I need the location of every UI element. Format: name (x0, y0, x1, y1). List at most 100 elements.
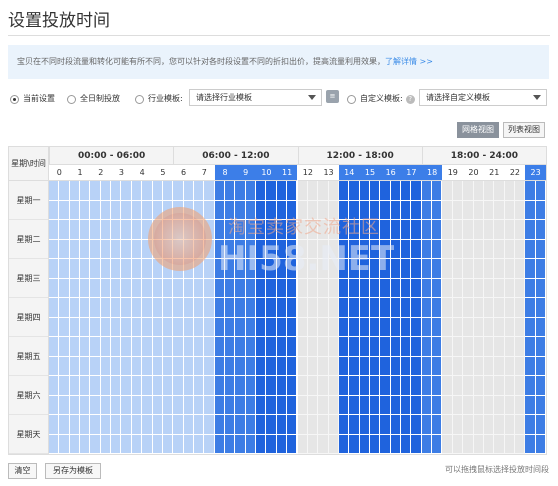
schedule-cell[interactable] (297, 259, 308, 279)
schedule-cell[interactable] (349, 434, 360, 454)
schedule-cell[interactable] (483, 317, 495, 337)
schedule-grid[interactable]: 星期\时间 00:00 - 06:00 06:00 - 12:00 12:00 - … (8, 146, 547, 455)
schedule-cell[interactable] (256, 337, 267, 357)
schedule-cell[interactable] (152, 239, 163, 259)
schedule-cell[interactable] (297, 395, 308, 415)
schedule-cell[interactable] (421, 415, 433, 435)
schedule-cell[interactable] (318, 337, 329, 357)
schedule-cell[interactable] (442, 239, 453, 259)
schedule-cell[interactable] (525, 376, 536, 396)
schedule-cell[interactable] (225, 278, 236, 298)
hour-header[interactable]: 23 (525, 165, 546, 181)
schedule-cell[interactable] (100, 200, 112, 220)
schedule-cell[interactable] (380, 395, 391, 415)
schedule-cell[interactable] (59, 298, 70, 318)
schedule-cell[interactable] (256, 220, 267, 240)
schedule-cell[interactable] (297, 434, 308, 454)
schedule-cell[interactable] (349, 298, 360, 318)
save-template-button[interactable]: 另存为模板 (45, 463, 101, 479)
schedule-cell[interactable] (49, 434, 60, 454)
schedule-cell[interactable] (256, 356, 267, 376)
schedule-cell[interactable] (535, 298, 546, 318)
schedule-cell[interactable] (193, 278, 205, 298)
schedule-cell[interactable] (349, 356, 360, 376)
hour-header[interactable]: 2 (90, 165, 112, 181)
schedule-cell[interactable] (504, 239, 515, 259)
schedule-cell[interactable] (173, 181, 184, 201)
industry-template-select[interactable]: 请选择行业模板 (189, 89, 322, 106)
radio-custom[interactable] (347, 94, 356, 104)
schedule-cell[interactable] (111, 259, 122, 279)
schedule-cell[interactable] (535, 434, 546, 454)
schedule-cell[interactable] (80, 317, 91, 337)
schedule-cell[interactable] (49, 317, 60, 337)
schedule-cell[interactable] (401, 317, 412, 337)
schedule-cell[interactable] (245, 415, 257, 435)
schedule-cell[interactable] (514, 239, 526, 259)
schedule-cell[interactable] (380, 376, 391, 396)
schedule-cell[interactable] (369, 317, 381, 337)
schedule-cell[interactable] (162, 239, 174, 259)
schedule-cell[interactable] (162, 278, 174, 298)
schedule-cell[interactable] (494, 259, 505, 279)
schedule-cell[interactable] (401, 181, 412, 201)
schedule-cell[interactable] (245, 395, 257, 415)
schedule-cell[interactable] (80, 376, 91, 396)
schedule-cell[interactable] (483, 259, 495, 279)
schedule-cell[interactable] (287, 259, 298, 279)
schedule-cell[interactable] (276, 376, 288, 396)
schedule-cell[interactable] (442, 278, 453, 298)
schedule-cell[interactable] (121, 278, 132, 298)
schedule-cell[interactable] (266, 376, 277, 396)
schedule-cell[interactable] (90, 337, 101, 357)
schedule-cell[interactable] (245, 298, 257, 318)
schedule-cell[interactable] (235, 298, 246, 318)
schedule-cell[interactable] (514, 298, 526, 318)
schedule-cell[interactable] (349, 200, 360, 220)
schedule-cell[interactable] (390, 395, 402, 415)
schedule-cell[interactable] (442, 337, 453, 357)
schedule-cell[interactable] (442, 434, 453, 454)
schedule-cell[interactable] (369, 259, 381, 279)
hour-header[interactable]: 5 (152, 165, 174, 181)
schedule-cell[interactable] (390, 356, 402, 376)
schedule-cell[interactable] (349, 376, 360, 396)
schedule-cell[interactable] (535, 220, 546, 240)
day-header[interactable]: 星期三 (9, 259, 49, 298)
schedule-cell[interactable] (183, 317, 194, 337)
schedule-cell[interactable] (152, 298, 163, 318)
schedule-cell[interactable] (297, 356, 308, 376)
schedule-cell[interactable] (173, 376, 184, 396)
schedule-cell[interactable] (235, 239, 246, 259)
schedule-cell[interactable] (483, 415, 495, 435)
schedule-cell[interactable] (100, 259, 112, 279)
schedule-cell[interactable] (225, 239, 236, 259)
schedule-cell[interactable] (162, 298, 174, 318)
custom-template-select[interactable]: 请选择自定义模板 (419, 89, 547, 106)
schedule-cell[interactable] (390, 317, 402, 337)
schedule-cell[interactable] (111, 200, 122, 220)
schedule-cell[interactable] (307, 376, 319, 396)
schedule-cell[interactable] (411, 220, 422, 240)
schedule-cells[interactable] (49, 181, 546, 454)
schedule-cell[interactable] (473, 434, 484, 454)
schedule-cell[interactable] (483, 298, 495, 318)
schedule-cell[interactable] (49, 356, 60, 376)
hour-header[interactable]: 16 (380, 165, 402, 181)
schedule-cell[interactable] (235, 259, 246, 279)
schedule-cell[interactable] (525, 278, 536, 298)
schedule-cell[interactable] (131, 337, 143, 357)
schedule-cell[interactable] (421, 200, 433, 220)
schedule-cell[interactable] (494, 376, 505, 396)
schedule-cell[interactable] (297, 415, 308, 435)
schedule-cell[interactable] (90, 259, 101, 279)
schedule-cell[interactable] (483, 376, 495, 396)
schedule-cell[interactable] (80, 239, 91, 259)
schedule-cell[interactable] (235, 278, 246, 298)
schedule-cell[interactable] (59, 278, 70, 298)
schedule-cell[interactable] (504, 376, 515, 396)
schedule-cell[interactable] (390, 200, 402, 220)
schedule-cell[interactable] (100, 278, 112, 298)
schedule-cell[interactable] (318, 317, 329, 337)
schedule-cell[interactable] (59, 376, 70, 396)
